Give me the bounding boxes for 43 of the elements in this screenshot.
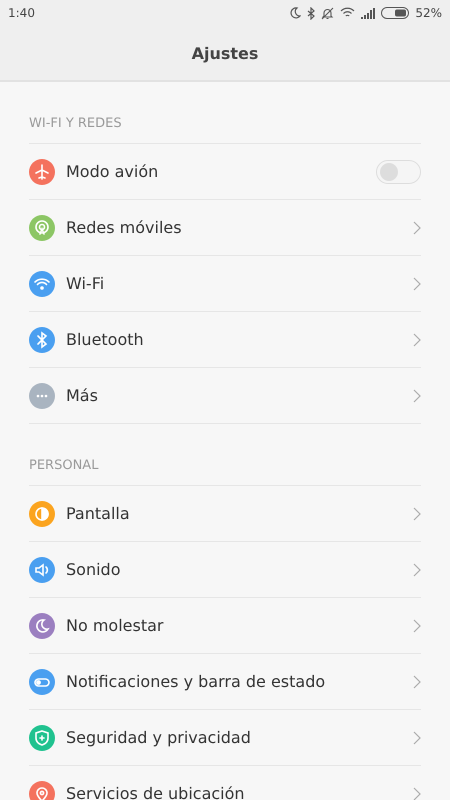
wifi-signal-icon xyxy=(340,7,356,19)
chevron-icon xyxy=(413,276,421,290)
moon-icon xyxy=(290,7,302,19)
setting-label[interactable]: Más xyxy=(66,386,402,405)
wifi-icon xyxy=(29,270,55,296)
section-header: PERSONAL xyxy=(28,457,100,475)
toggle-switch[interactable] xyxy=(376,160,421,184)
page-title: Ajustes xyxy=(190,42,260,64)
chevron-icon xyxy=(413,730,421,744)
section-header: WI-FI Y REDES xyxy=(28,115,123,133)
muted-bell-icon xyxy=(321,6,334,20)
chevron-icon xyxy=(413,506,421,520)
cell-signal-icon xyxy=(361,8,376,18)
setting-label[interactable]: No molestar xyxy=(66,616,402,635)
setting-label[interactable]: Notificaciones y barra de estado xyxy=(66,672,402,691)
setting-label[interactable]: Sonido xyxy=(66,560,402,579)
chevron-icon xyxy=(413,786,421,800)
setting-label[interactable]: Redes móviles xyxy=(66,218,402,237)
toggle-icon xyxy=(29,668,55,694)
chevron-icon xyxy=(413,618,421,632)
battery-percent: 52% xyxy=(415,6,442,20)
setting-label[interactable]: Bluetooth xyxy=(66,330,402,349)
antenna-icon xyxy=(29,214,55,240)
setting-label[interactable]: Modo avión xyxy=(66,162,365,181)
airplane-icon xyxy=(29,158,55,184)
setting-label[interactable]: Seguridad y privacidad xyxy=(66,728,402,747)
speaker-icon xyxy=(29,556,55,582)
more-icon xyxy=(29,382,55,408)
setting-label[interactable]: Servicios de ubicación xyxy=(66,784,402,800)
chevron-icon xyxy=(413,388,421,402)
shield-icon xyxy=(29,724,55,750)
chevron-icon xyxy=(413,562,421,576)
moon-icon xyxy=(29,612,55,638)
battery-icon xyxy=(381,7,410,19)
brightness-icon xyxy=(29,500,55,526)
bluetooth-icon xyxy=(29,326,55,352)
chevron-icon xyxy=(413,220,421,234)
setting-label[interactable]: Pantalla xyxy=(66,504,402,523)
setting-label[interactable]: Wi-Fi xyxy=(66,274,402,293)
chevron-icon xyxy=(413,674,421,688)
clock-time: 1:40 xyxy=(8,6,35,20)
chevron-icon xyxy=(413,332,421,346)
bluetooth-icon xyxy=(307,6,316,20)
